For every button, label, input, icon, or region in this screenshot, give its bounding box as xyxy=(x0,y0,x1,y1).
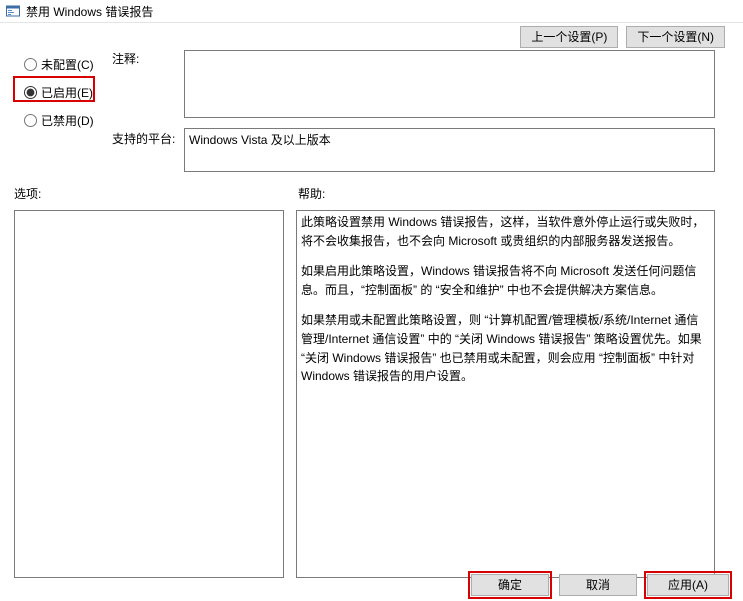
help-paragraph: 如果启用此策略设置，Windows 错误报告将不向 Microsoft 发送任何… xyxy=(301,262,710,299)
gpo-editor-window: 禁用 Windows 错误报告 上一个设置(P) 下一个设置(N) 未配置(C)… xyxy=(0,0,743,601)
radio-disabled-label: 已禁用(D) xyxy=(41,112,94,129)
radio-enabled-input[interactable] xyxy=(24,86,37,99)
options-panel[interactable] xyxy=(14,210,284,578)
help-paragraph: 此策略设置禁用 Windows 错误报告，这样，当软件意外停止运行或失败时，将不… xyxy=(301,213,710,250)
radio-disabled[interactable]: 已禁用(D) xyxy=(22,106,106,134)
dialog-button-row: 确定 取消 应用(A) xyxy=(471,574,729,596)
state-radio-group: 未配置(C) 已启用(E) 已禁用(D) xyxy=(22,50,106,134)
window-title: 禁用 Windows 错误报告 xyxy=(26,3,153,20)
radio-disabled-input[interactable] xyxy=(24,114,37,127)
help-panel[interactable]: 此策略设置禁用 Windows 错误报告，这样，当软件意外停止运行或失败时，将不… xyxy=(296,210,715,578)
nav-buttons: 上一个设置(P) 下一个设置(N) xyxy=(520,26,725,48)
radio-enabled-label: 已启用(E) xyxy=(41,84,93,101)
help-paragraph: 如果禁用或未配置此策略设置，则 “计算机配置/管理模板/系统/Internet … xyxy=(301,311,710,385)
supported-platform-box xyxy=(184,128,715,172)
radio-not-configured[interactable]: 未配置(C) xyxy=(22,50,106,78)
cancel-button[interactable]: 取消 xyxy=(559,574,637,596)
ok-button[interactable]: 确定 xyxy=(471,574,549,596)
comment-textarea[interactable] xyxy=(184,50,715,118)
radio-not-configured-input[interactable] xyxy=(24,58,37,71)
prev-setting-button[interactable]: 上一个设置(P) xyxy=(520,26,618,48)
title-bar: 禁用 Windows 错误报告 xyxy=(0,0,743,23)
radio-enabled[interactable]: 已启用(E) xyxy=(22,78,106,106)
platform-label: 支持的平台: xyxy=(112,130,175,147)
policy-icon xyxy=(6,4,20,18)
apply-button[interactable]: 应用(A) xyxy=(647,574,729,596)
radio-not-configured-label: 未配置(C) xyxy=(41,56,94,73)
comment-label: 注释: xyxy=(112,50,139,67)
help-label: 帮助: xyxy=(298,185,325,202)
options-label: 选项: xyxy=(14,185,41,202)
next-setting-button[interactable]: 下一个设置(N) xyxy=(626,26,725,48)
